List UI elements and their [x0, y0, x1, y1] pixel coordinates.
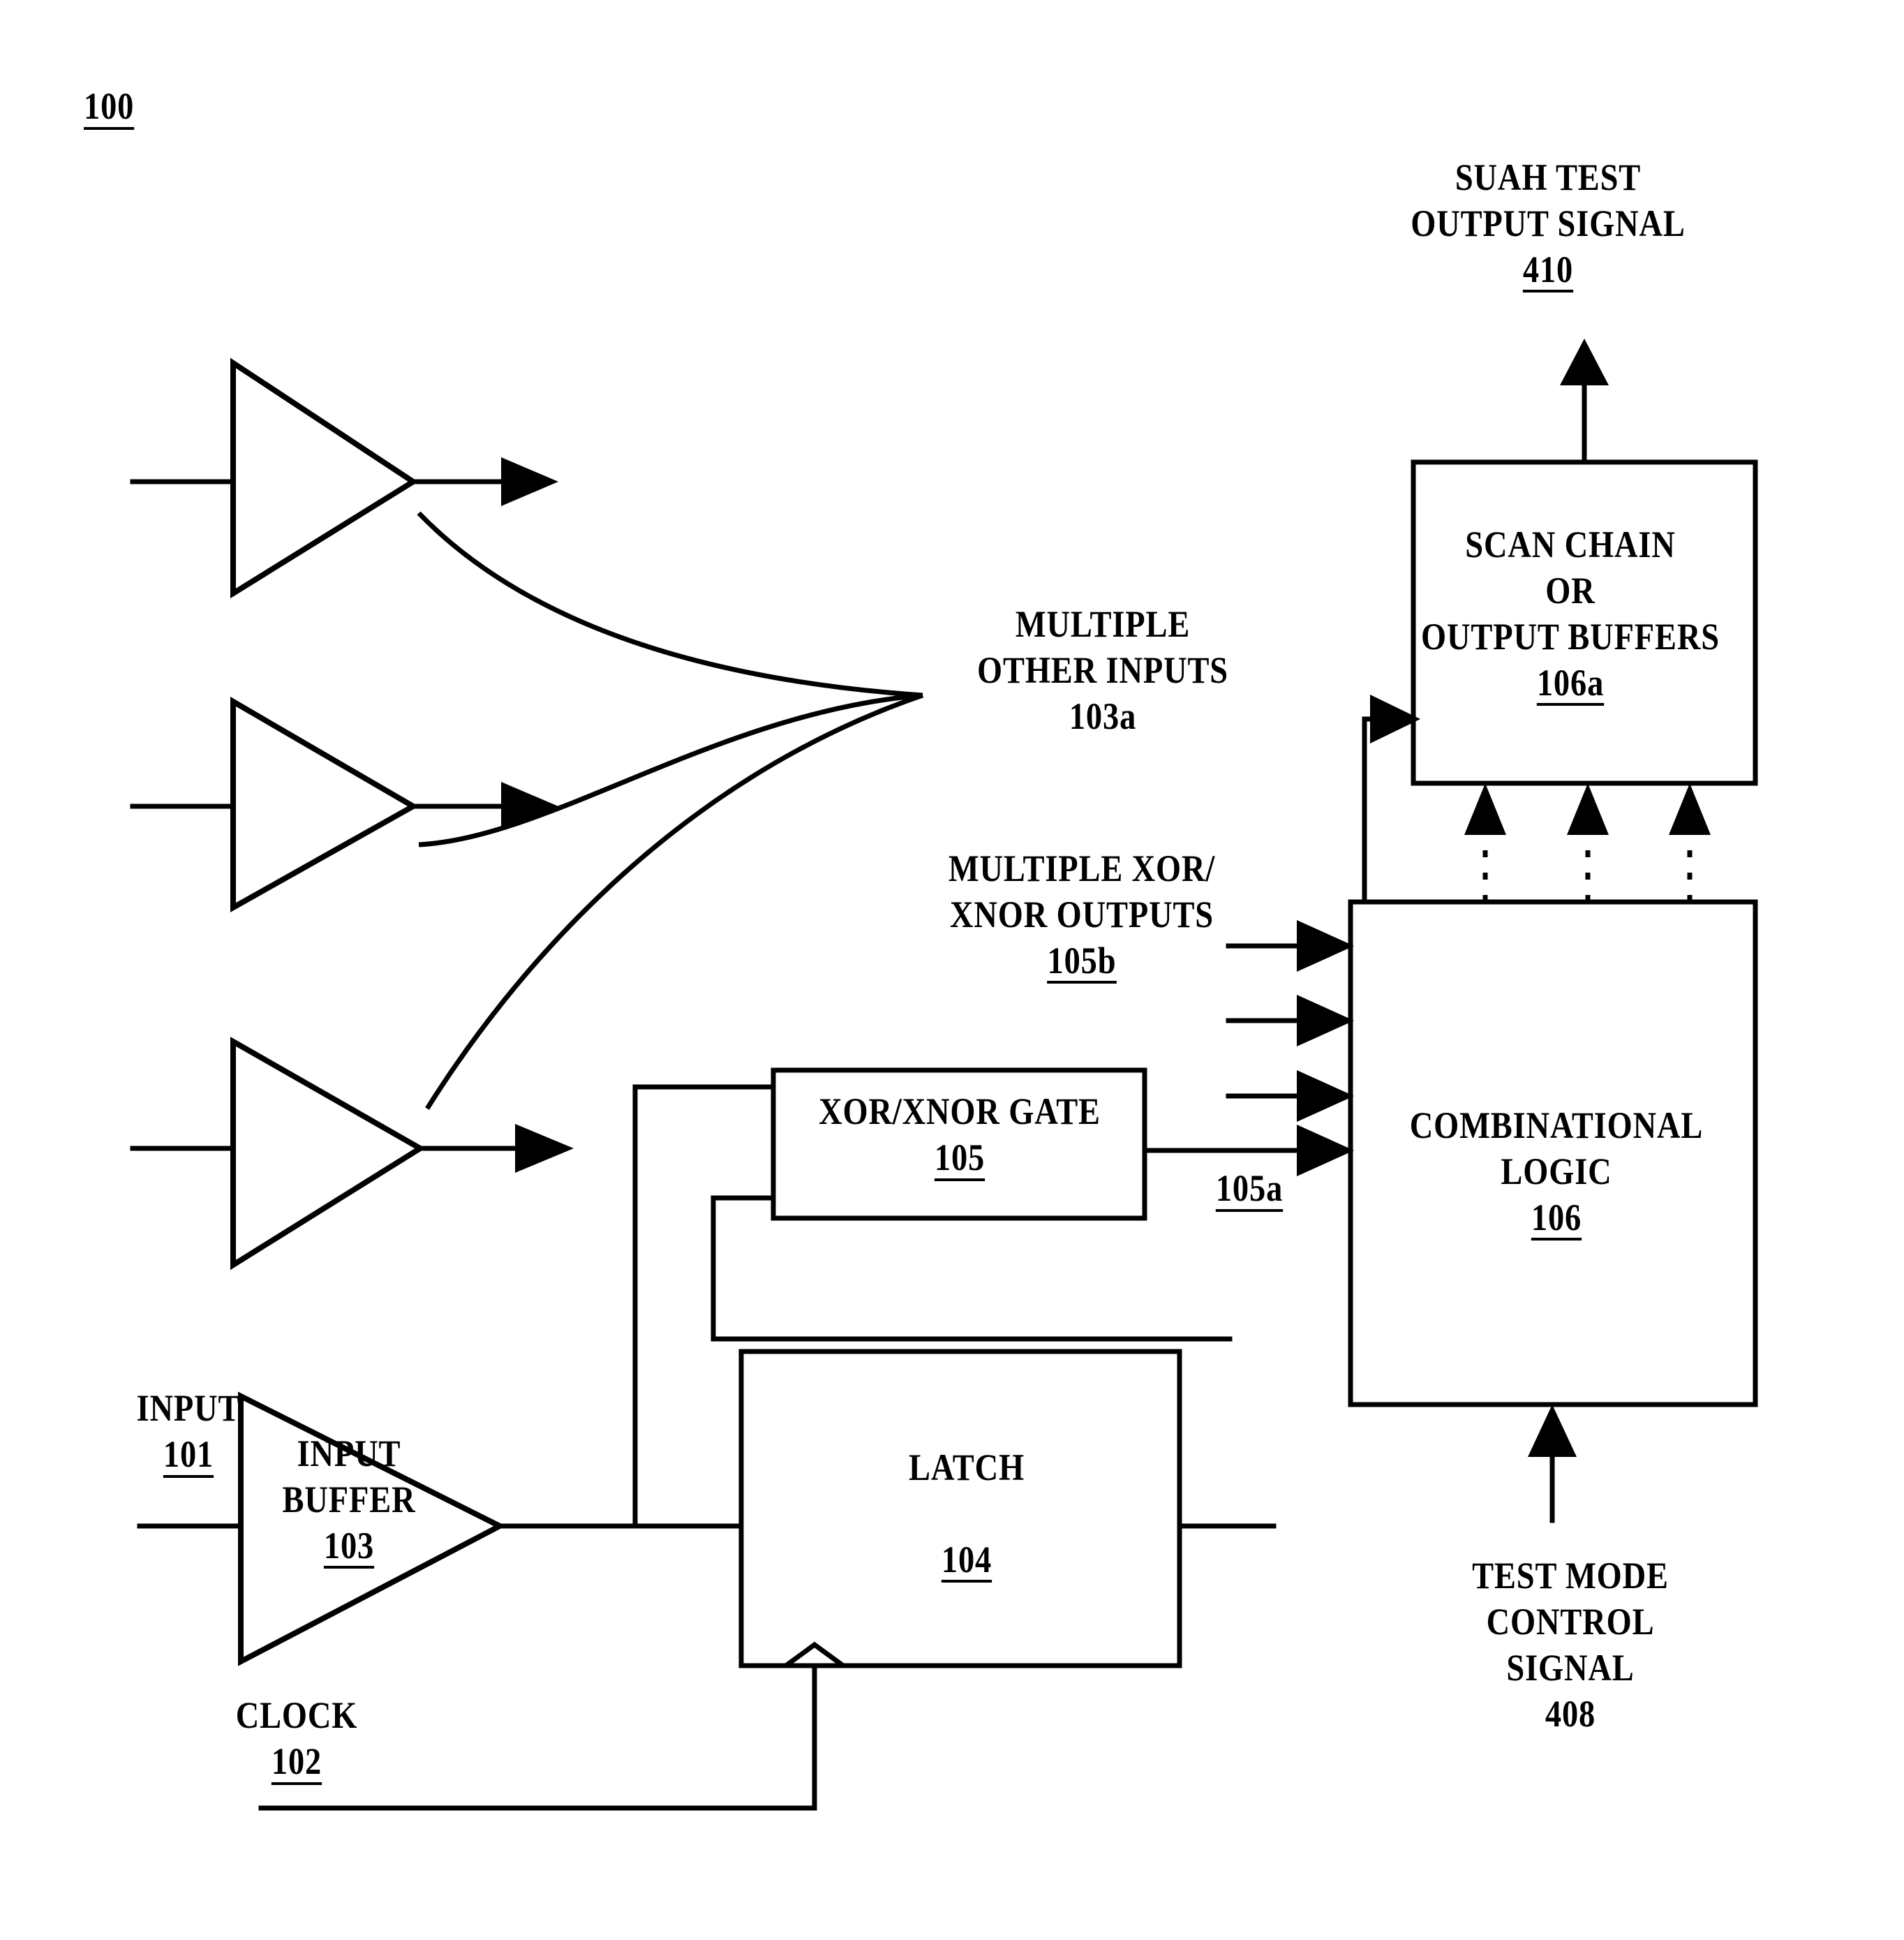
- combinational-logic-label: COMBINATIONAL LOGIC 106: [1370, 1103, 1742, 1241]
- clock-ref: 102: [271, 1742, 322, 1785]
- xor-output-net-label: 105a: [1189, 1166, 1309, 1212]
- input-line-1: INPUT: [136, 1387, 241, 1429]
- buffer-triangle-top: [130, 357, 558, 599]
- comb-ref: 106: [1531, 1198, 1582, 1241]
- xor-xnor-gate-label: XOR/XNOR GATE 105: [801, 1089, 1119, 1181]
- testmode-line-2: CONTROL: [1486, 1600, 1655, 1643]
- suah-line-1: SUAH TEST: [1455, 156, 1642, 198]
- input-signal-label: INPUT 101: [110, 1386, 267, 1478]
- patent-figure: 100 SUAH TEST OUTPUT SIGNAL 410 SCAN CHA…: [0, 0, 1904, 1940]
- buffer-triangle-middle: [130, 697, 558, 912]
- inbuf-line-2: BUFFER: [282, 1478, 416, 1520]
- scan-chain-line-1: SCAN CHAIN: [1465, 524, 1676, 565]
- xor-output-net-ref: 105a: [1215, 1169, 1284, 1212]
- dotted-signal-arrows: [1464, 783, 1711, 902]
- multiple-xor-outputs-label: MULTIPLE XOR/ XNOR OUTPUTS 105b: [902, 846, 1262, 984]
- suah-output-arrow: [1560, 339, 1609, 465]
- figure-number-text: 100: [84, 87, 135, 130]
- multi-xor-ref: 105b: [1047, 941, 1117, 984]
- scan-chain-line-2: OR: [1545, 569, 1596, 612]
- suah-test-output-label: SUAH TEST OUTPUT SIGNAL 410: [1338, 155, 1758, 293]
- xor-gate-line-1: XOR/XNOR GATE: [819, 1090, 1101, 1132]
- suah-line-2: OUTPUT SIGNAL: [1411, 202, 1686, 244]
- testmode-line-1: TEST MODE: [1472, 1555, 1669, 1597]
- multi-other-ref: 103a: [1069, 695, 1137, 737]
- clock-label: CLOCK 102: [216, 1693, 378, 1785]
- latch-label: LATCH 104: [838, 1445, 1096, 1583]
- comb-line-2: LOGIC: [1501, 1150, 1612, 1192]
- multi-other-line-1: MULTIPLE: [1015, 603, 1191, 645]
- comb-line-1: COMBINATIONAL: [1409, 1104, 1704, 1146]
- scan-chain-line-3: OUTPUT BUFFERS: [1421, 615, 1720, 658]
- input-ref: 101: [163, 1435, 214, 1478]
- clock-line-1: CLOCK: [235, 1694, 358, 1736]
- scan-chain-ref: 106a: [1536, 662, 1605, 706]
- testmode-line-3: SIGNAL: [1506, 1646, 1635, 1689]
- xor-gate-ref: 105: [934, 1138, 986, 1181]
- buffer-triangle-bottom: [130, 1037, 574, 1271]
- scan-chain-label: SCAN CHAIN OR OUTPUT BUFFERS 106a: [1414, 522, 1726, 706]
- inbuf-ref: 103: [323, 1526, 375, 1569]
- test-mode-control-label: TEST MODE CONTROL SIGNAL 408: [1423, 1553, 1717, 1738]
- multiple-other-inputs-label: MULTIPLE OTHER INPUTS 103a: [935, 602, 1271, 740]
- testmode-ref: 408: [1545, 1692, 1596, 1735]
- suah-ref: 410: [1522, 250, 1574, 293]
- figure-number: 100: [84, 84, 135, 130]
- latch-line-1: LATCH: [908, 1446, 1025, 1488]
- test-mode-control-arrow: [1528, 1405, 1577, 1523]
- multi-other-line-2: OTHER INPUTS: [977, 649, 1228, 691]
- input-buffer-label: INPUT BUFFER 103: [259, 1431, 439, 1569]
- multi-xor-line-2: XNOR OUTPUTS: [949, 893, 1214, 935]
- multi-xor-line-1: MULTIPLE XOR/: [948, 847, 1216, 889]
- latch-ref: 104: [941, 1540, 992, 1583]
- inbuf-line-1: INPUT: [297, 1432, 401, 1474]
- multiple-other-inputs-curves: [417, 511, 924, 1110]
